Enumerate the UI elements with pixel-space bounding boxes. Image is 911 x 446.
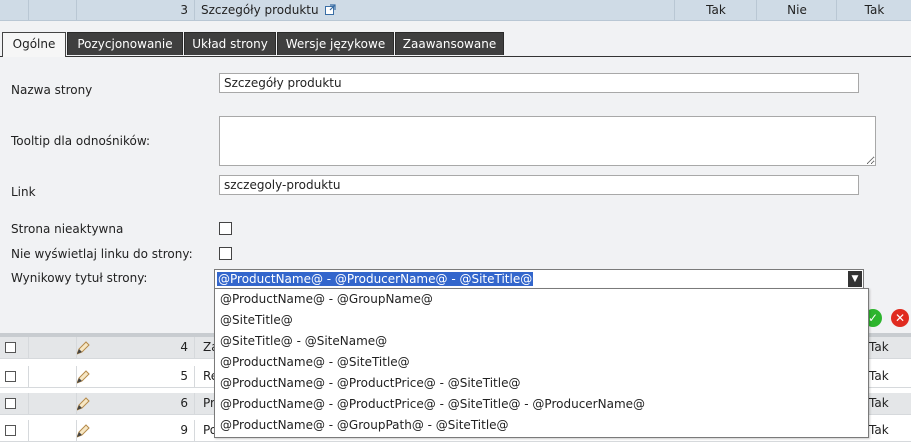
row-number: 6 [76, 393, 194, 414]
row-checkbox[interactable] [5, 425, 16, 436]
row-number: 9 [76, 420, 194, 441]
dropdown-option[interactable]: @ProductName@ - @ProductPrice@ - @SiteTi… [220, 373, 520, 394]
result-title-label: Wynikowy tytuł strony: [11, 271, 148, 285]
tab-general[interactable]: Ogólne [2, 32, 66, 57]
dropdown-option[interactable]: @ProductName@ - @GroupName@ [220, 289, 433, 310]
result-title-select[interactable]: @ProductName@ - @ProducerName@ - @SiteTi… [214, 269, 864, 289]
row-col3: Tak [836, 0, 911, 20]
row-value: Tak [869, 396, 889, 410]
row-checkbox[interactable] [5, 342, 16, 353]
tab-language-versions[interactable]: Wersje językowe [277, 32, 394, 55]
dropdown-option[interactable]: @ProductName@ - @GroupPath@ - @SiteTitle… [220, 415, 509, 436]
row-col1: Tak [674, 0, 757, 20]
row-title[interactable]: Szczegóły produktu [201, 3, 319, 17]
row-number: 5 [76, 366, 194, 387]
row-number: 3 [76, 0, 194, 20]
result-title-dropdown-list: @ProductName@ - @GroupName@ @SiteTitle@ … [214, 288, 869, 438]
row-number: 4 [76, 337, 194, 358]
tab-advanced[interactable]: Zaawansowane [395, 32, 504, 55]
row-edit-cell [28, 393, 90, 414]
link-input[interactable] [219, 175, 859, 195]
row-value: Tak [869, 369, 889, 383]
dropdown-option[interactable]: @ProductName@ - @SiteTitle@ [220, 352, 410, 373]
row-value: Tak [869, 423, 889, 437]
top-table-row[interactable]: 3 Szczegóły produktu Tak Nie Tak [0, 0, 911, 21]
dropdown-option[interactable]: @SiteTitle@ - @SiteName@ [220, 331, 387, 352]
row-value: Tak [869, 340, 889, 354]
row-title-cell: Szczegóły produktu [194, 0, 674, 20]
tooltip-textarea[interactable] [219, 116, 876, 166]
inactive-checkbox[interactable] [219, 222, 232, 235]
chevron-down-icon[interactable]: ▼ [848, 271, 862, 287]
row-edit-cell [28, 0, 77, 20]
row-edit-cell [28, 366, 90, 387]
row-check-cell [0, 0, 28, 20]
inactive-label: Strona nieaktywna [11, 222, 124, 236]
hide-link-checkbox[interactable] [219, 247, 232, 260]
tab-page-layout[interactable]: Układ strony [184, 32, 276, 55]
tooltip-label: Tooltip dla odnośników: [11, 134, 151, 148]
page-name-input[interactable] [219, 73, 859, 93]
hide-link-label: Nie wyświetlaj linku do strony: [11, 247, 193, 261]
row-edit-cell [28, 337, 90, 358]
link-label: Link [11, 185, 36, 199]
page-name-label: Nazwa strony [11, 83, 93, 97]
tab-bar: Ogólne Pozycjonowanie Układ strony Wersj… [0, 32, 911, 57]
dropdown-option[interactable]: @ProductName@ - @ProductPrice@ - @SiteTi… [220, 394, 645, 415]
cancel-icon[interactable]: ✕ [891, 309, 909, 327]
dropdown-option[interactable]: @SiteTitle@ [220, 310, 293, 331]
external-link-icon[interactable] [325, 1, 337, 21]
tab-positioning[interactable]: Pozycjonowanie [67, 32, 183, 55]
row-checkbox[interactable] [5, 398, 16, 409]
result-title-selected-value: @ProductName@ - @ProducerName@ - @SiteTi… [217, 272, 534, 286]
row-col2: Nie [756, 0, 837, 20]
row-checkbox[interactable] [5, 371, 16, 382]
row-edit-cell [28, 420, 90, 441]
